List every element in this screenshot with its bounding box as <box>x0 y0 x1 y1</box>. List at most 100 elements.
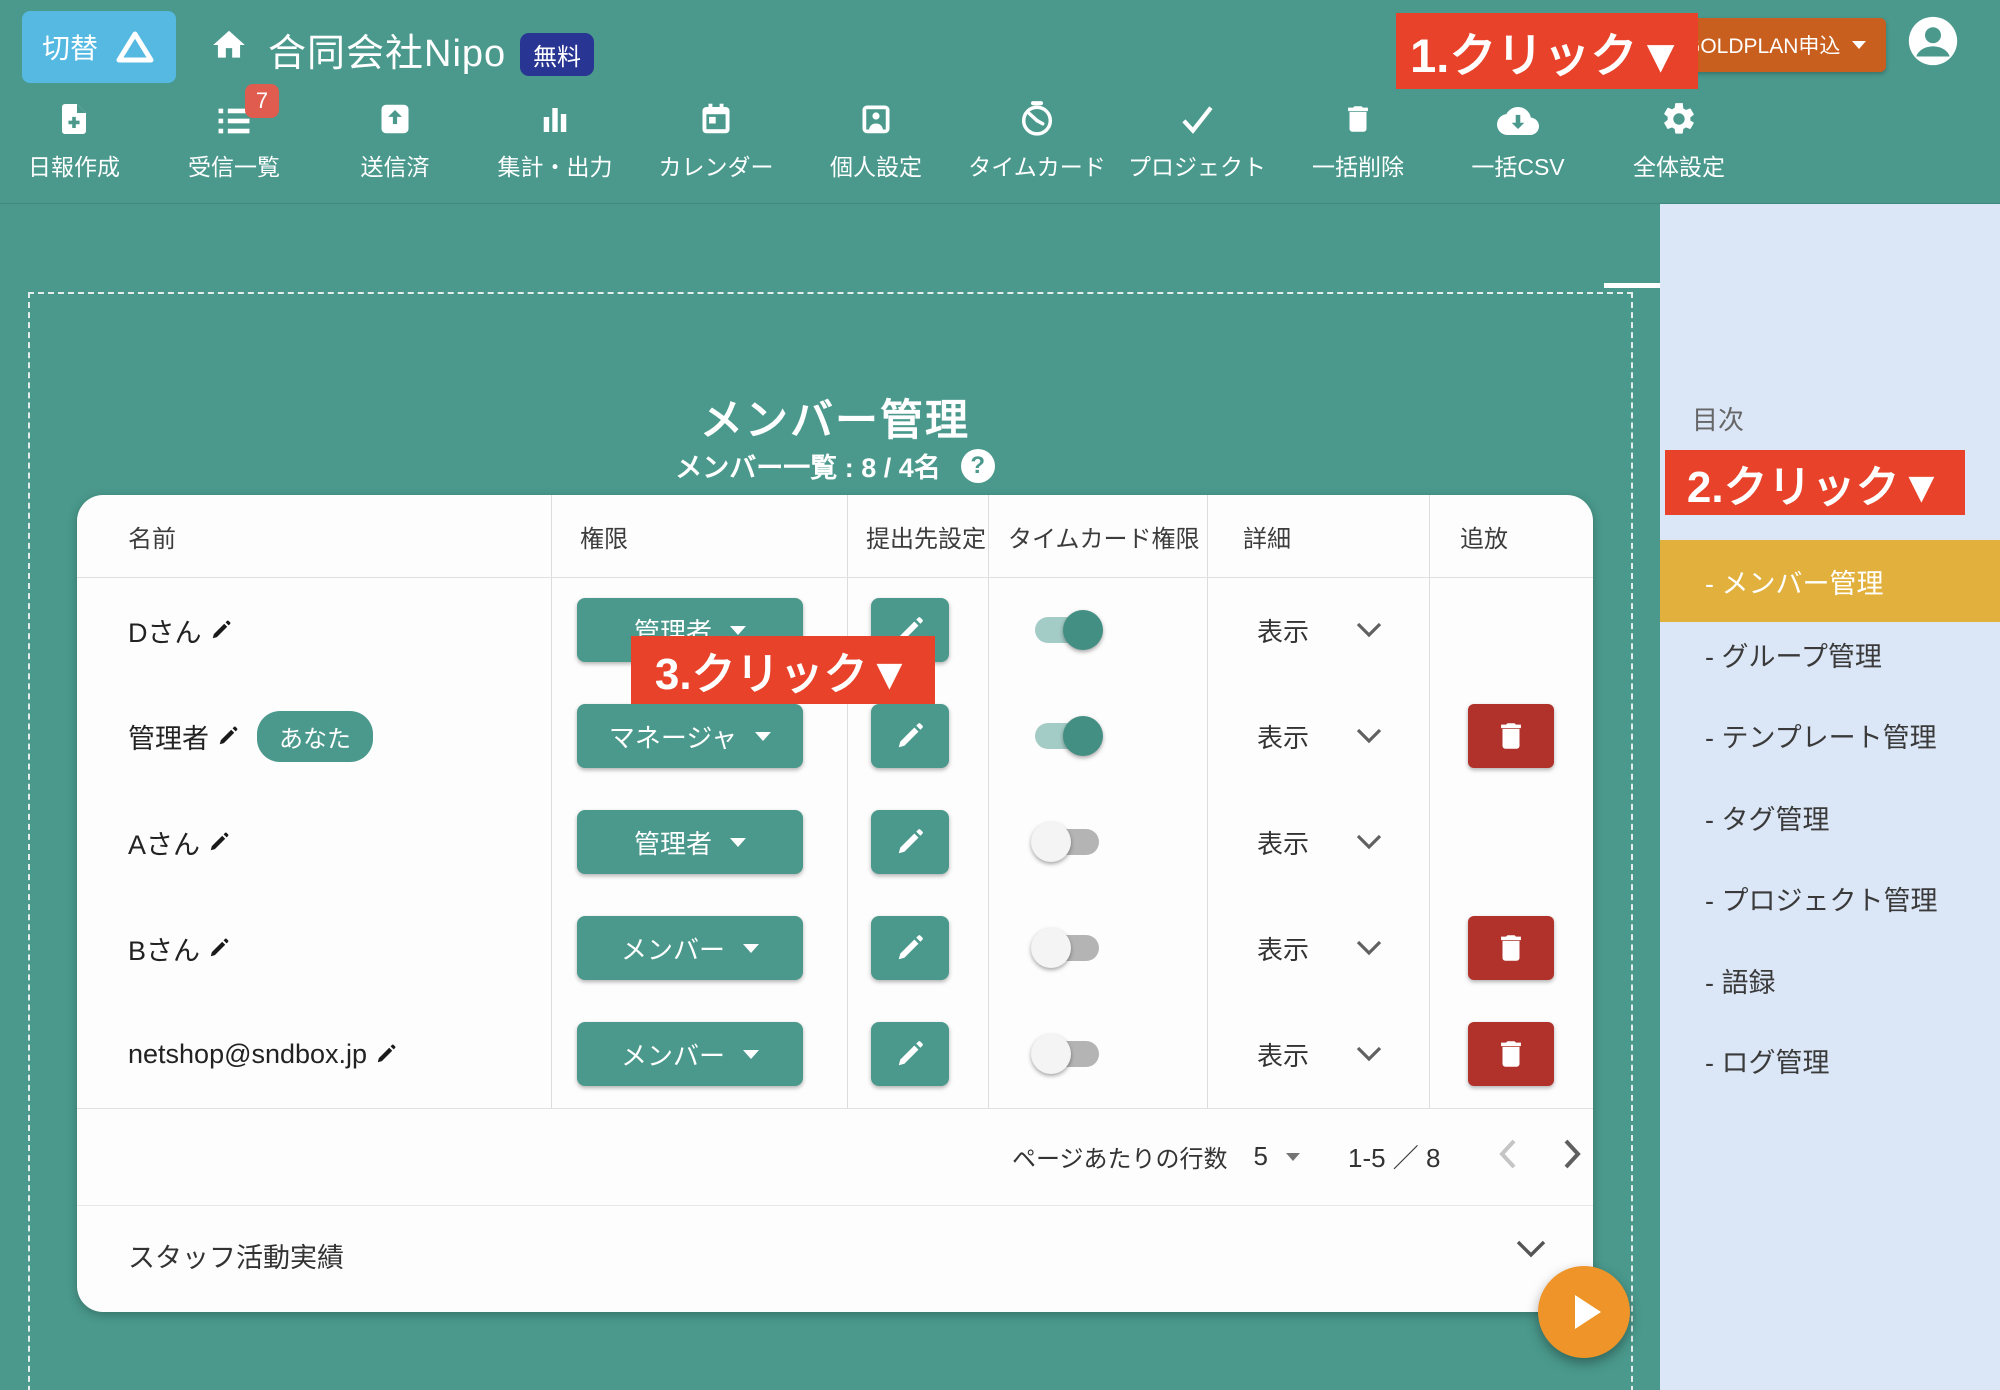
help-icon[interactable]: ? <box>961 449 995 483</box>
nav-item-sent[interactable]: 送信済 <box>313 98 477 182</box>
trash-icon <box>1494 931 1528 965</box>
nav-item-timecard[interactable]: タイムカード <box>955 98 1119 182</box>
nav-item-global-settings[interactable]: 全体設定 <box>1597 98 1761 182</box>
toc-title: 目次 <box>1692 400 1744 437</box>
nav-label: 一括CSV <box>1471 148 1564 182</box>
edit-name-icon[interactable] <box>210 619 232 641</box>
staff-activity-accordion[interactable]: スタッフ活動実績 <box>77 1205 1593 1312</box>
nav-item-aggregate-output[interactable]: 集計・出力 <box>473 98 637 182</box>
nav-label: 一括削除 <box>1312 148 1404 182</box>
edit-name-icon[interactable] <box>208 937 230 959</box>
chevron-down-icon <box>743 944 759 953</box>
nav-item-project[interactable]: プロジェクト <box>1115 98 1279 182</box>
edit-name-icon[interactable] <box>208 831 230 853</box>
nav-item-personal-settings[interactable]: 個人設定 <box>794 98 958 182</box>
chevron-down-icon <box>1852 41 1866 49</box>
nav-label: 送信済 <box>361 148 430 182</box>
nav-item-bulk-delete[interactable]: 一括削除 <box>1276 98 1440 182</box>
remove-member-button[interactable] <box>1468 1022 1554 1086</box>
page-range: 1-5 ／ 8 <box>1348 1138 1441 1175</box>
home-icon[interactable] <box>210 26 248 69</box>
col-header-remove: 追放 <box>1460 495 1508 577</box>
rows-per-page-value[interactable]: 5 <box>1254 1141 1268 1172</box>
col-header-detail: 詳細 <box>1243 495 1291 577</box>
chevron-down-icon <box>743 1050 759 1059</box>
switch-button-label: 切替 <box>42 27 98 67</box>
member-count-text: メンバー一覧 : 8 / 4名 <box>675 446 941 485</box>
company-title: 合同会社Nipo <box>268 22 506 77</box>
nav-label: 集計・出力 <box>498 148 613 182</box>
timecard-toggle[interactable] <box>1035 935 1099 961</box>
timecard-toggle[interactable] <box>1035 829 1099 855</box>
chevron-down-icon <box>1355 1045 1383 1063</box>
nav-item-inbox[interactable]: 7 受信一覧 <box>152 98 316 182</box>
rows-per-page-caret-icon[interactable] <box>1286 1153 1300 1161</box>
triangle-icon <box>114 29 156 65</box>
trash-icon <box>1494 1037 1528 1071</box>
submit-to-edit-button[interactable] <box>871 1022 949 1086</box>
sidebar-item-glossary[interactable]: - 語録 <box>1660 940 2000 1020</box>
sidebar-item-member-management[interactable]: - メンバー管理 <box>1660 540 2000 622</box>
prev-page-button[interactable] <box>1497 1138 1519 1175</box>
trash-icon <box>1494 719 1528 753</box>
member-count-row: メンバー一覧 : 8 / 4名 ? <box>77 446 1593 485</box>
submit-to-edit-button[interactable] <box>871 810 949 874</box>
role-dropdown[interactable]: メンバー <box>577 916 803 980</box>
play-arrow-icon <box>1575 1295 1601 1329</box>
role-dropdown[interactable]: メンバー <box>577 1022 803 1086</box>
switch-button[interactable]: 切替 <box>22 11 176 83</box>
annotation-step3: 3.クリック▼ <box>631 636 935 704</box>
chevron-down-icon <box>1515 1239 1547 1264</box>
sidebar-item-project-management[interactable]: - プロジェクト管理 <box>1660 858 2000 938</box>
remove-member-button[interactable] <box>1468 704 1554 768</box>
timecard-toggle[interactable] <box>1035 723 1099 749</box>
pagination: ページあたりの行数 5 1-5 ／ 8 <box>1012 1108 1583 1205</box>
member-name: Aさん <box>128 789 230 895</box>
pencil-icon <box>895 1039 925 1069</box>
detail-dropdown[interactable]: 表示 <box>1257 577 1383 683</box>
nav-label: 個人設定 <box>830 148 922 182</box>
rows-per-page-label: ページあたりの行数 <box>1012 1139 1228 1174</box>
sidebar-item-group-management[interactable]: - グループ管理 <box>1660 614 2000 694</box>
nav-item-daily-report[interactable]: 日報作成 <box>0 98 156 182</box>
edit-name-icon[interactable] <box>217 725 239 747</box>
outbox-icon <box>377 98 413 138</box>
chevron-down-icon <box>1355 939 1383 957</box>
chevron-right-icon <box>1561 1138 1583 1170</box>
sidebar-item-log-management[interactable]: - ログ管理 <box>1660 1020 2000 1100</box>
col-header-name: 名前 <box>128 495 176 577</box>
nav-item-bulk-csv[interactable]: 一括CSV <box>1436 98 1600 182</box>
sidebar-item-template-management[interactable]: - テンプレート管理 <box>1660 695 2000 775</box>
role-dropdown[interactable]: 管理者 <box>577 810 803 874</box>
chevron-left-icon <box>1497 1138 1519 1170</box>
remove-member-button[interactable] <box>1468 916 1554 980</box>
gear-icon <box>1660 98 1698 138</box>
staff-activity-label: スタッフ活動実績 <box>128 1205 344 1305</box>
edit-name-icon[interactable] <box>375 1043 397 1065</box>
table-row: Bさん メンバー 表示 <box>77 895 1593 1001</box>
note-add-icon <box>56 98 92 138</box>
nav-label: 日報作成 <box>28 148 120 182</box>
nav-label: 受信一覧 <box>188 148 280 182</box>
timecard-toggle[interactable] <box>1035 1041 1099 1067</box>
role-dropdown[interactable]: マネージャ <box>577 704 803 768</box>
detail-dropdown[interactable]: 表示 <box>1257 895 1383 1001</box>
submit-to-edit-button[interactable] <box>871 704 949 768</box>
detail-dropdown[interactable]: 表示 <box>1257 1001 1383 1107</box>
timecard-toggle[interactable] <box>1035 617 1099 643</box>
submit-to-edit-button[interactable] <box>871 916 949 980</box>
next-fab-button[interactable] <box>1538 1266 1630 1358</box>
detail-dropdown[interactable]: 表示 <box>1257 683 1383 789</box>
sidebar-item-tag-management[interactable]: - タグ管理 <box>1660 777 2000 857</box>
nav-label: 全体設定 <box>1633 148 1725 182</box>
nav-item-calendar[interactable]: カレンダー <box>634 98 798 182</box>
next-page-button[interactable] <box>1561 1138 1583 1175</box>
account-avatar-icon[interactable] <box>1904 12 1962 75</box>
col-header-timecard: タイムカード権限 <box>1008 495 1200 577</box>
pencil-icon <box>895 721 925 751</box>
person-badge-icon <box>858 98 894 138</box>
cloud-download-icon <box>1497 98 1539 138</box>
detail-dropdown[interactable]: 表示 <box>1257 789 1383 895</box>
chevron-down-icon <box>1355 727 1383 745</box>
inbox-count-badge: 7 <box>245 84 279 118</box>
